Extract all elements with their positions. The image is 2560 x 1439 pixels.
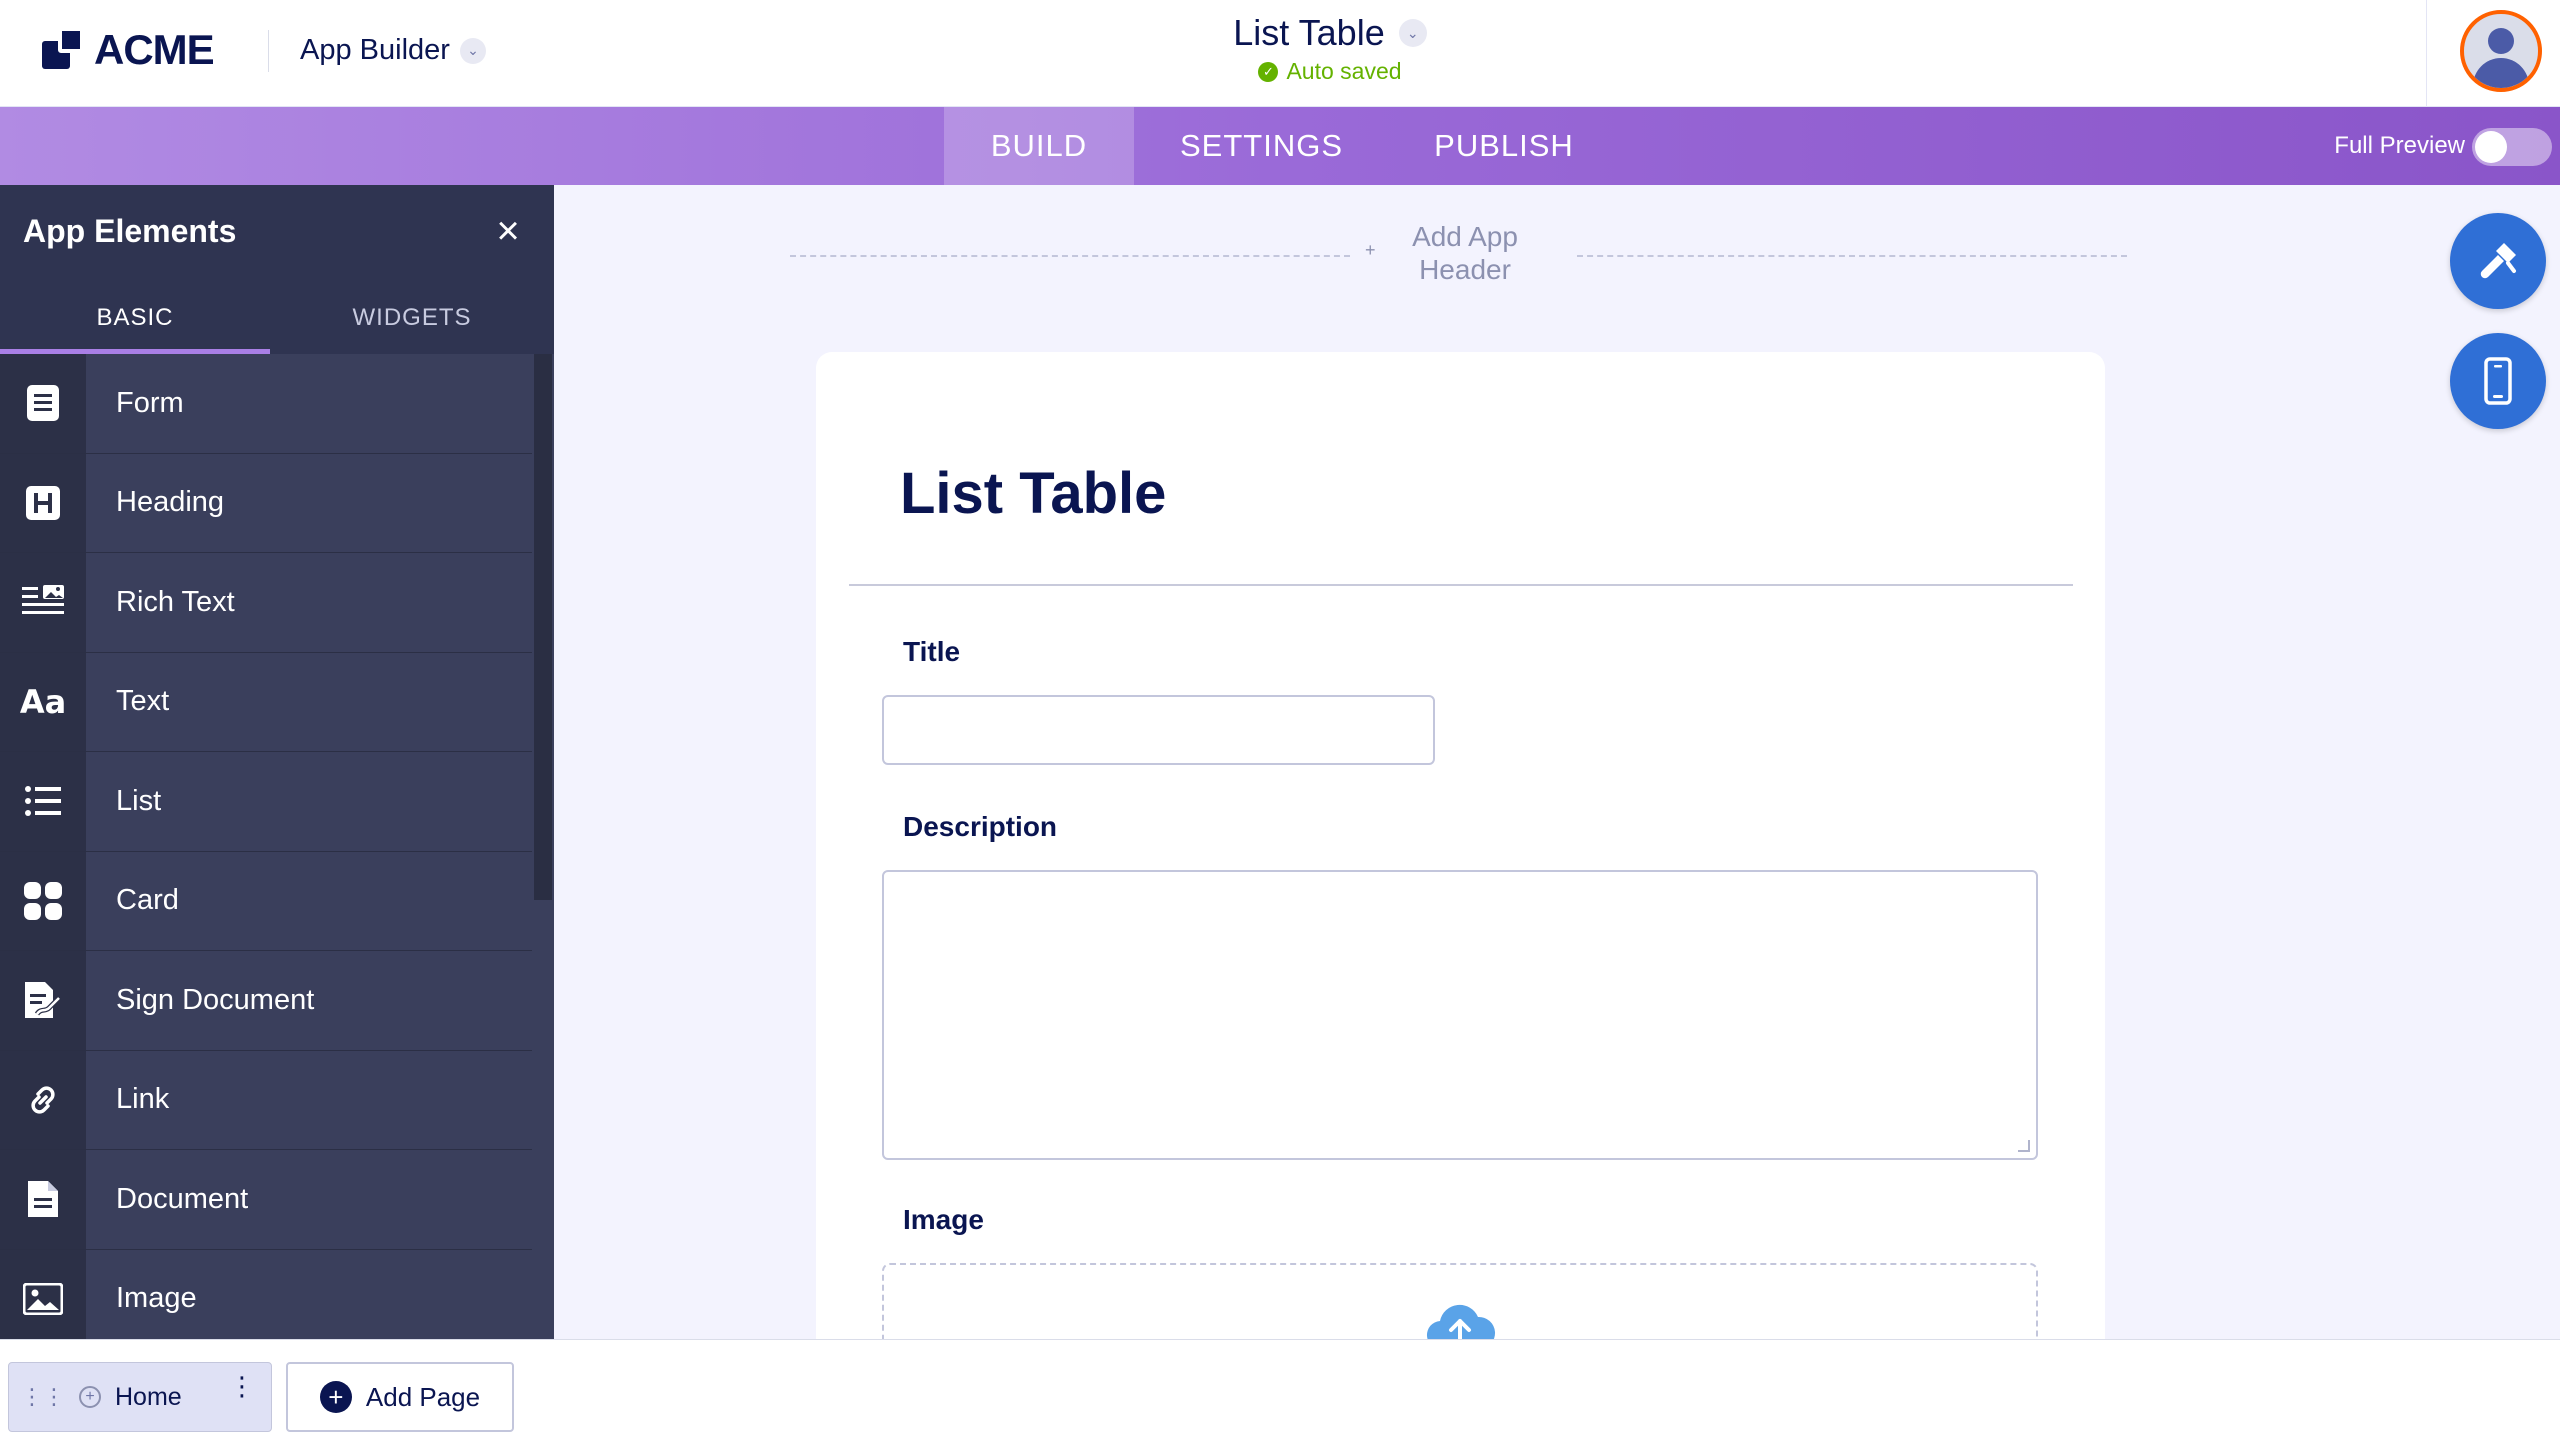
tab-widgets[interactable]: WIDGETS (277, 282, 547, 354)
acme-logo[interactable]: ACME (42, 26, 215, 74)
check-circle-icon: ✓ (1258, 61, 1279, 82)
document-title: List Table (1233, 12, 1385, 53)
document-title-dropdown[interactable]: List Table ⌄ (1233, 12, 1427, 54)
element-label: Text (116, 685, 170, 718)
document-title-area: List Table ⌄ ✓ Auto saved (1100, 12, 1560, 85)
element-label: Form (116, 386, 184, 419)
builder-tab-bar: BUILD SETTINGS PUBLISH Full Preview (0, 107, 2560, 185)
page-tab-home[interactable]: ⋮⋮ + Home ⋮ (8, 1362, 272, 1432)
description-field-label: Description (903, 811, 1058, 842)
more-options-icon[interactable]: ⋮ (229, 1373, 255, 1399)
chevron-down-icon: ⌄ (1398, 19, 1427, 47)
title-input[interactable] (882, 695, 1435, 765)
cloud-upload-icon (1426, 1304, 1495, 1339)
image-field-label: Image (903, 1204, 984, 1235)
element-sign-document[interactable]: Sign Document (0, 951, 532, 1051)
top-header: ACME App Builder ⌄ List Table ⌄ ✓ Auto s… (0, 0, 2560, 107)
design-tools-button[interactable] (2450, 213, 2546, 309)
drag-handle-icon[interactable]: ⋮⋮ (21, 1384, 65, 1410)
pages-bar: ⋮⋮ + Home ⋮ + Add Page (0, 1339, 2560, 1439)
panel-tabs: BASIC WIDGETS (0, 282, 554, 354)
form-icon (0, 354, 86, 453)
title-divider (849, 584, 2073, 586)
panel-title: App Elements (23, 213, 237, 249)
header-dashed-line-right (1577, 255, 2127, 257)
plus-circle-icon: + (319, 1381, 352, 1413)
tab-publish[interactable]: PUBLISH (1389, 107, 1619, 185)
close-icon[interactable]: × (488, 211, 528, 251)
element-label: Document (116, 1182, 249, 1215)
panel-header: App Elements × (0, 185, 554, 282)
element-label: Sign Document (116, 983, 315, 1016)
element-rich-text[interactable]: Rich Text (0, 553, 532, 653)
header-separator (268, 30, 269, 72)
element-link[interactable]: Link (0, 1050, 532, 1150)
resize-handle-icon[interactable] (2018, 1140, 2030, 1152)
page-name: Home (115, 1382, 182, 1411)
heading-icon (0, 453, 86, 552)
user-avatar[interactable] (2460, 10, 2542, 92)
image-upload-dropzone[interactable] (882, 1263, 2038, 1339)
app-builder-dropdown[interactable]: App Builder ⌄ (300, 34, 486, 67)
toggle-knob (2475, 131, 2507, 163)
image-icon (0, 1249, 86, 1339)
element-list: Form Heading Rich Text Aa Text List Card… (0, 354, 532, 1339)
title-field-label: Title (903, 636, 961, 667)
full-preview-toggle[interactable] (2472, 128, 2552, 166)
element-image[interactable]: Image (0, 1249, 532, 1339)
list-icon (0, 752, 86, 851)
text-icon: Aa (0, 652, 86, 751)
app-elements-panel: App Elements × BASIC WIDGETS Form Headin… (0, 185, 554, 1339)
add-subpage-icon[interactable]: + (79, 1386, 101, 1408)
builder-canvas: + Add App Header List Table Title Descri… (555, 185, 2560, 1339)
card-icon (0, 851, 86, 950)
panel-scrollbar-thumb[interactable] (534, 354, 552, 900)
element-label: Rich Text (116, 585, 235, 618)
sign-document-icon (0, 951, 86, 1050)
logo-text: ACME (94, 26, 215, 73)
autosave-text: Auto saved (1286, 58, 1402, 84)
form-card: List Table Title Description Image (816, 352, 2105, 1339)
element-label: List (116, 784, 162, 817)
header-dashed-line-left (790, 255, 1350, 257)
element-text[interactable]: Aa Text (0, 652, 532, 752)
add-app-header-line2: Header (1419, 254, 1511, 285)
logo-mark-icon (42, 27, 88, 73)
form-title[interactable]: List Table (900, 460, 1166, 527)
mobile-preview-button[interactable] (2450, 333, 2546, 429)
tab-build[interactable]: BUILD (944, 107, 1134, 185)
full-preview-label: Full Preview (2334, 132, 2465, 159)
element-list[interactable]: List (0, 752, 532, 852)
avatar-head-icon (2488, 28, 2514, 54)
paint-roller-icon (2480, 243, 2516, 279)
add-app-header-button[interactable]: Add App Header (1355, 220, 1575, 286)
tab-settings[interactable]: SETTINGS (1134, 107, 1389, 185)
autosave-status: ✓ Auto saved (1100, 58, 1560, 85)
element-form[interactable]: Form (0, 354, 532, 454)
tab-basic[interactable]: BASIC (0, 282, 270, 354)
link-icon (0, 1050, 86, 1149)
element-label: Heading (116, 486, 225, 519)
add-app-header-line1: Add App (1412, 221, 1518, 252)
rich-text-icon (0, 553, 86, 652)
element-label: Image (116, 1282, 197, 1315)
element-document[interactable]: Document (0, 1150, 532, 1250)
chevron-down-icon: ⌄ (459, 37, 486, 64)
description-textarea[interactable] (882, 870, 2038, 1160)
app-builder-label: App Builder (300, 34, 450, 66)
element-label: Card (116, 884, 179, 917)
phone-icon (2484, 357, 2512, 405)
add-page-button[interactable]: + Add Page (286, 1362, 514, 1432)
element-heading[interactable]: Heading (0, 453, 532, 553)
header-divider (2426, 0, 2427, 107)
document-icon (0, 1150, 86, 1249)
element-label: Link (116, 1083, 170, 1116)
avatar-body-icon (2473, 58, 2529, 88)
add-page-label: Add Page (365, 1381, 481, 1412)
element-card[interactable]: Card (0, 851, 532, 951)
